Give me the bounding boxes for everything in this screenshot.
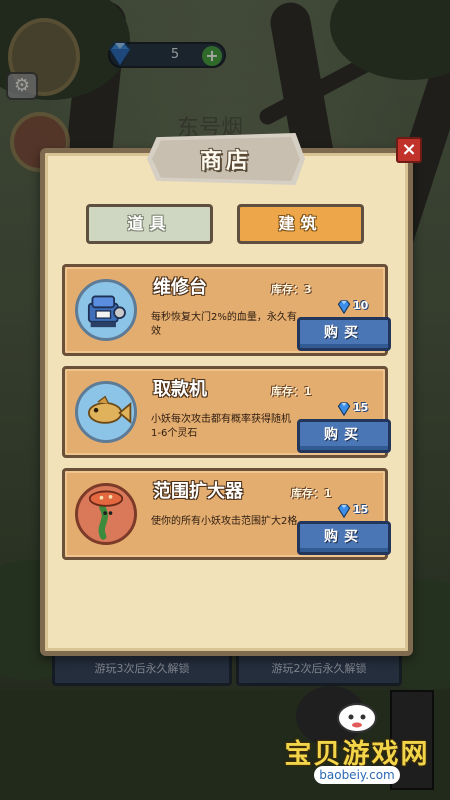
shop-item-card: 取款机 库存：1 小妖每次攻击都有概率获得随机1-6个灵石 15 购买 [62,366,391,458]
item-stock: 库存：3 [271,283,312,296]
mascot-logo-icon [337,703,377,733]
diamond-icon [337,300,351,315]
item-name: 范围扩大器 [153,481,243,502]
item-name: 取款机 [153,379,207,400]
buy-button[interactable]: 购买 [297,521,391,555]
tab-buildings[interactable]: 建筑 [237,204,364,244]
item-stock: 库存：1 [291,487,332,500]
item-description: 每秒恢复大门2%的血量，永久有效 [151,312,297,337]
shop-title: 商店 [199,149,252,174]
item-price-value: 15 [353,503,369,516]
item-name: 维修台 [153,277,207,298]
item-price-value: 10 [353,299,369,312]
diamond-icon [337,402,351,417]
close-icon: × [401,139,417,160]
buy-button[interactable]: 购买 [297,317,391,351]
item-price: 10 [335,299,391,315]
close-button[interactable]: × [396,137,422,163]
shop-item-card: 维修台 库存：3 每秒恢复大门2%的血量，永久有效 10 购买 [62,264,391,356]
range-expander-icon [75,483,137,545]
watermark-url: baobeiy.com [314,766,400,784]
item-description: 小妖每次攻击都有概率获得随机1-6个灵石 [151,414,291,439]
tab-items[interactable]: 道具 [86,204,213,244]
buy-button[interactable]: 购买 [297,419,391,453]
diamond-icon [337,504,351,519]
money-fish-icon [75,381,137,443]
repair-station-icon [75,279,137,341]
watermark: 宝贝游戏网 baobeiy.com [272,700,442,790]
item-stock: 库存：1 [271,385,312,398]
item-description: 使你的所有小妖攻击范围扩大2格 [151,516,298,527]
item-price-value: 15 [353,401,369,414]
item-price: 15 [335,503,391,519]
shop-item-card: 范围扩大器 库存：1 使你的所有小妖攻击范围扩大2格 15 购买 [62,468,391,560]
item-price: 15 [335,401,391,417]
